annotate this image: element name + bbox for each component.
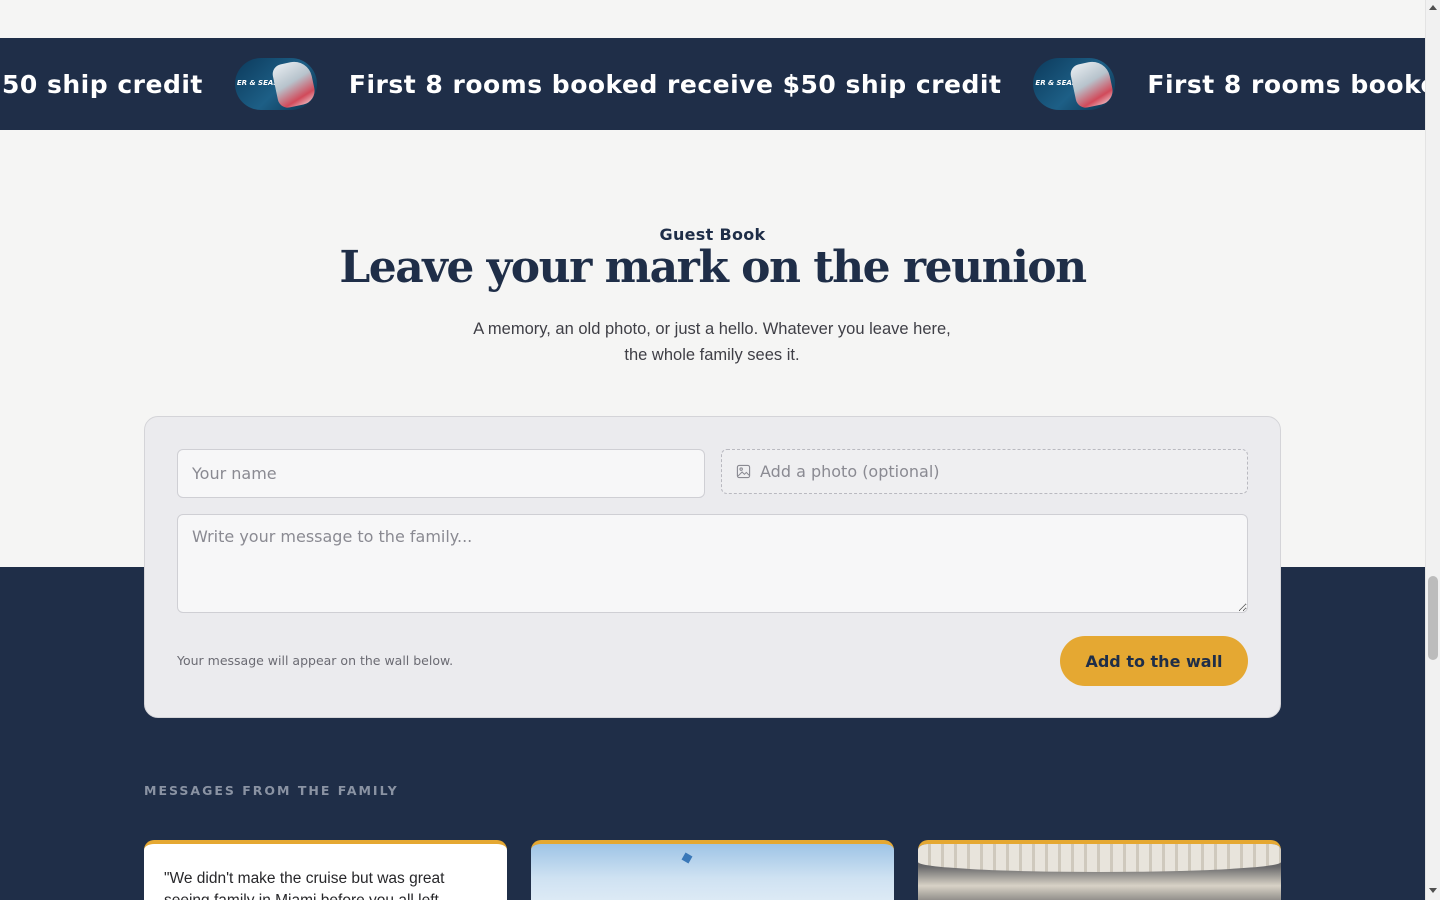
add-photo-button[interactable]: Add a photo (optional) [721,449,1248,494]
marquee-track: 50 ship credit ER & SEAS First 8 rooms b… [2,38,1425,130]
add-to-wall-button[interactable]: Add to the wall [1060,636,1248,686]
scrollbar-thumb[interactable] [1428,576,1438,660]
photo-sky-icon [681,852,693,864]
photo-awning-icon [918,844,1281,872]
ship-image-icon: ER & SEAS [1033,58,1116,110]
name-input[interactable] [177,449,705,498]
scroll-down-icon[interactable] [1429,888,1437,893]
messages-section-label: MESSAGES FROM THE FAMILY [144,783,399,798]
message-card-photo[interactable] [918,840,1281,900]
page-title: Leave your mark on the reunion [339,242,1087,293]
message-textarea[interactable] [177,514,1248,613]
marquee-text-partial-end: First 8 rooms booked r [1147,69,1425,99]
promo-marquee: 50 ship credit ER & SEAS First 8 rooms b… [0,38,1425,130]
add-photo-label: Add a photo (optional) [760,462,940,481]
section-subtitle: A memory, an old photo, or just a hello.… [473,320,951,364]
message-card-photo[interactable] [531,840,894,900]
marquee-text-partial-start: 50 ship credit [2,69,203,99]
ship-image-icon: ER & SEAS [234,58,317,110]
marquee-text: First 8 rooms booked receive $50 ship cr… [348,69,1002,99]
page-scrollbar[interactable] [1425,0,1440,900]
helper-text: Your message will appear on the wall bel… [177,653,454,668]
message-card: "We didn't make the cruise but was great… [144,840,507,900]
guestbook-form: Add a photo (optional) Your message will… [144,416,1281,718]
scroll-up-icon[interactable] [1429,5,1437,10]
page: 50 ship credit ER & SEAS First 8 rooms b… [0,0,1425,900]
message-text: "We didn't make the cruise but was great… [164,870,445,900]
image-icon [736,464,751,479]
ship-badge-label: ER & SEAS [236,79,279,87]
